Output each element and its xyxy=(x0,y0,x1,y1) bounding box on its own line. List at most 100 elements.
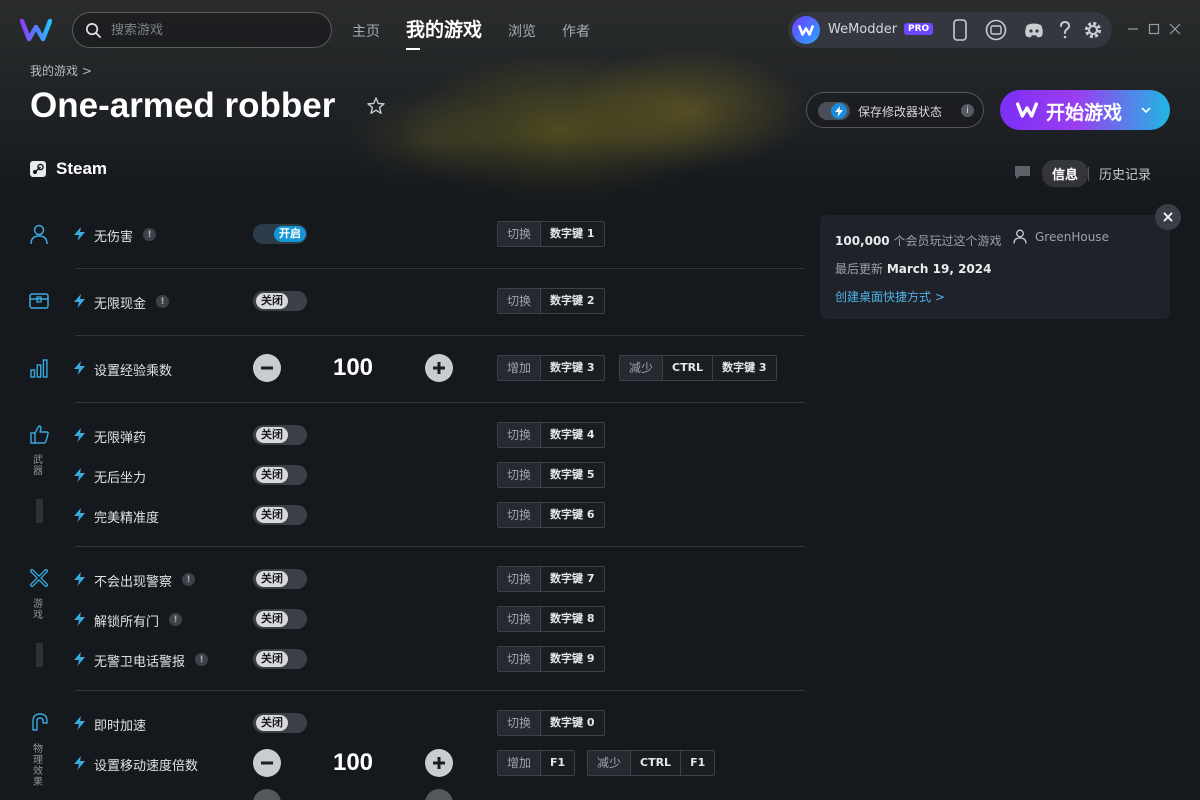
hotkey-group[interactable]: 切换 数字键 6 xyxy=(497,502,605,528)
bolt-icon xyxy=(74,612,85,626)
increase-button[interactable] xyxy=(425,789,453,800)
tab-info[interactable]: 信息 xyxy=(1042,160,1089,187)
page-title: One-armed robber xyxy=(30,86,336,125)
cheat-name: 即时加速 xyxy=(94,719,147,734)
nav-home[interactable]: 主页 xyxy=(352,16,380,48)
warning-icon[interactable]: ! xyxy=(195,653,208,666)
cheat-row: 无伤害 ! 开启 切换 数字键 1 xyxy=(74,221,814,247)
cheat-row: 无限现金 ! 关闭 切换 数字键 2 xyxy=(74,288,814,314)
maximize-icon[interactable] xyxy=(1147,22,1161,36)
cheat-toggle[interactable]: 关闭 xyxy=(253,609,307,629)
overlay-icon[interactable] xyxy=(984,18,1008,42)
wemod-play-icon xyxy=(1016,102,1038,118)
nav-browse[interactable]: 浏览 xyxy=(508,16,536,48)
hotkey-group[interactable]: 切换 数字键 1 xyxy=(497,221,605,247)
cheat-toggle[interactable]: 关闭 xyxy=(253,465,307,485)
hotkey-group-increase[interactable]: 增加 数字键 3 xyxy=(497,355,605,381)
minimize-icon[interactable] xyxy=(1126,22,1140,36)
hotkey-group-decrease[interactable]: 减少 CTRL 数字键 3 xyxy=(619,355,777,381)
warning-icon[interactable]: ! xyxy=(156,295,169,308)
category-scroll-marker xyxy=(36,643,43,667)
settings-gear-icon[interactable] xyxy=(1081,18,1105,42)
hotkey-group[interactable]: 切换 数字键 0 xyxy=(497,710,605,736)
toggle-state: 关闭 xyxy=(256,507,288,523)
tab-history[interactable]: 历史记录 xyxy=(1089,160,1161,187)
hotkey-group[interactable]: 切换 数字键 2 xyxy=(497,288,605,314)
chat-icon[interactable] xyxy=(1014,165,1031,180)
minus-icon xyxy=(261,366,273,370)
cheat-row: 不会出现警察 ! 关闭 切换 数字键 7 xyxy=(74,566,814,592)
weapons-thumbs-up-icon xyxy=(30,425,49,444)
section-divider xyxy=(75,402,805,403)
hotkey-group-decrease[interactable]: 减少 CTRL F1 xyxy=(587,750,716,776)
cheat-toggle[interactable]: 关闭 xyxy=(253,425,307,445)
bolt-icon xyxy=(74,572,85,586)
cheat-name: 不会出现警察 xyxy=(94,575,173,590)
cheat-row: 解锁所有门 ! 关闭 切换 数字键 8 xyxy=(74,606,814,632)
bolt-icon xyxy=(74,508,85,522)
toggle-state: 关闭 xyxy=(256,293,288,309)
hotkey-group-increase[interactable]: 增加 F1 xyxy=(497,750,576,776)
close-window-icon[interactable] xyxy=(1168,22,1182,36)
cheat-name: 设置经验乘数 xyxy=(94,364,173,379)
favorite-star-icon[interactable] xyxy=(366,96,386,116)
decrease-button[interactable] xyxy=(253,749,281,777)
discord-icon[interactable] xyxy=(1022,18,1046,42)
save-mod-state-button[interactable]: 保存修改器状态 i xyxy=(806,92,984,128)
cheat-name: 解锁所有门 xyxy=(94,615,160,630)
create-shortcut-link[interactable]: 创建桌面快捷方式 > xyxy=(835,288,945,305)
wemod-logo-icon[interactable] xyxy=(20,18,52,42)
increase-button[interactable] xyxy=(425,749,453,777)
cheat-toggle[interactable]: 关闭 xyxy=(253,713,307,733)
user-icon xyxy=(1013,229,1027,244)
info-tabs: 信息 历史记录 xyxy=(1042,160,1161,187)
play-label: 开始游戏 xyxy=(1046,102,1123,124)
members-played: 100,000 个会员玩过这个游戏 xyxy=(835,234,1002,248)
warning-icon[interactable]: ! xyxy=(143,228,156,241)
category-game-label: 游戏 xyxy=(33,599,43,621)
cheat-toggle[interactable]: 关闭 xyxy=(253,649,307,669)
account-name[interactable]: WeModder xyxy=(828,22,897,37)
bolt-icon xyxy=(74,428,85,442)
bolt-icon xyxy=(74,361,85,375)
breadcrumb[interactable]: 我的游戏 > xyxy=(30,62,92,79)
close-card-button[interactable] xyxy=(1155,204,1181,230)
cheat-toggle[interactable]: 开启 xyxy=(253,224,307,244)
avatar[interactable] xyxy=(792,16,820,44)
nav-authors[interactable]: 作者 xyxy=(562,16,590,48)
hotkey-group[interactable]: 切换 数字键 7 xyxy=(497,566,605,592)
info-icon[interactable]: i xyxy=(961,104,974,117)
cheat-row: 无警卫电话警报 ! 关闭 切换 数字键 9 xyxy=(74,646,814,672)
nav-my-games[interactable]: 我的游戏 xyxy=(406,14,482,50)
hotkey-group[interactable]: 切换 数字键 4 xyxy=(497,422,605,448)
hotkey-group[interactable]: 切换 数字键 8 xyxy=(497,606,605,632)
cheat-name: 无后坐力 xyxy=(94,471,147,486)
stepper-value[interactable]: 100 xyxy=(320,354,386,382)
search-input[interactable] xyxy=(111,22,311,38)
close-icon xyxy=(1163,212,1173,222)
decrease-button[interactable] xyxy=(253,789,281,800)
stepper-value[interactable]: 100 xyxy=(320,749,386,777)
toggle-state: 关闭 xyxy=(256,427,288,443)
cheat-toggle[interactable]: 关闭 xyxy=(253,291,307,311)
inventory-chest-icon xyxy=(29,293,49,309)
cheat-toggle[interactable]: 关闭 xyxy=(253,569,307,589)
cheat-row: 无限弹药 关闭 切换 数字键 4 xyxy=(74,422,814,448)
cheat-name: 无限现金 xyxy=(94,297,147,312)
bolt-icon xyxy=(74,652,85,666)
save-state-toggle[interactable] xyxy=(818,102,850,120)
phone-icon[interactable] xyxy=(948,18,972,42)
play-game-button[interactable]: 开始游戏 xyxy=(1000,90,1170,130)
increase-button[interactable] xyxy=(425,354,453,382)
toggle-state: 关闭 xyxy=(256,571,288,587)
search-bar[interactable] xyxy=(72,12,332,48)
warning-icon[interactable]: ! xyxy=(182,573,195,586)
warning-icon[interactable]: ! xyxy=(169,613,182,626)
chevron-down-icon[interactable] xyxy=(1140,105,1152,115)
cheat-toggle[interactable]: 关闭 xyxy=(253,505,307,525)
hotkey-group[interactable]: 切换 数字键 9 xyxy=(497,646,605,672)
hotkey-group[interactable]: 切换 数字键 5 xyxy=(497,462,605,488)
help-icon[interactable] xyxy=(1053,18,1077,42)
creator[interactable]: GreenHouse xyxy=(1013,229,1109,244)
decrease-button[interactable] xyxy=(253,354,281,382)
